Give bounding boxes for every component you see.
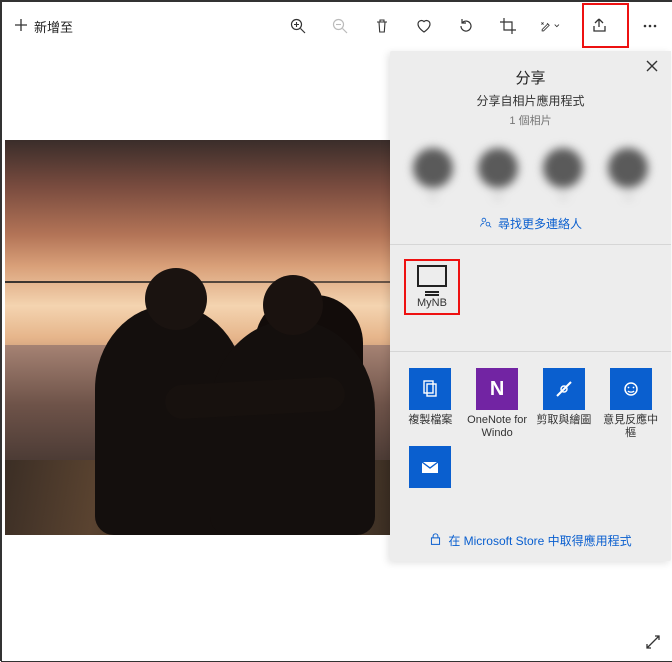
feedback-icon: [610, 368, 652, 410]
store-icon: [429, 533, 442, 549]
share-title: 分享: [400, 67, 661, 88]
plus-icon: [14, 18, 28, 35]
device-label: MyNB: [408, 297, 456, 309]
get-apps-store[interactable]: 在 Microsoft Store 中取得應用程式: [390, 518, 671, 557]
share-icon[interactable]: [582, 16, 618, 36]
zoom-in-icon[interactable]: [288, 16, 308, 36]
delete-icon[interactable]: [372, 16, 392, 36]
apps-grid: 複製檔案 N OneNote for Windo 剪取與繪圖 意見反應中樞: [390, 360, 671, 440]
share-close-button[interactable]: [633, 51, 671, 81]
copy-icon: [409, 368, 451, 410]
share-panel: 分享 分享自相片應用程式 1 個相片 — — — — 尋找更多連絡人 MyNB: [390, 51, 671, 561]
rotate-icon[interactable]: [456, 16, 476, 36]
find-more-label: 尋找更多連絡人: [498, 215, 582, 232]
add-to-label: 新增至: [34, 17, 73, 36]
app-copy-file[interactable]: 複製檔案: [400, 368, 461, 440]
mail-icon: [409, 446, 451, 488]
divider: [390, 351, 671, 352]
apps-row-2: [390, 440, 671, 518]
contact-item[interactable]: —: [469, 148, 527, 203]
add-to-button[interactable]: 新增至: [14, 17, 73, 36]
device-section: MyNB: [390, 253, 671, 321]
divider: [390, 244, 671, 245]
contacts-row: — — — —: [390, 134, 671, 207]
app-feedback-hub[interactable]: 意見反應中樞: [600, 368, 661, 440]
app-snip-sketch[interactable]: 剪取與繪圖: [534, 368, 595, 440]
contact-item[interactable]: —: [534, 148, 592, 203]
share-subtitle: 分享自相片應用程式: [400, 92, 661, 109]
share-header: 分享 分享自相片應用程式 1 個相片: [390, 51, 671, 134]
snip-icon: [543, 368, 585, 410]
onenote-icon: N: [476, 368, 518, 410]
contact-item[interactable]: —: [599, 148, 657, 203]
resize-handle-icon[interactable]: [644, 633, 662, 651]
person-search-icon: [479, 216, 492, 232]
device-mynb[interactable]: MyNB: [404, 259, 460, 315]
toolbar-right: [288, 16, 660, 36]
crop-icon[interactable]: [498, 16, 518, 36]
app-mail[interactable]: [400, 446, 460, 518]
toolbar: 新增至: [2, 2, 672, 50]
photo-viewport[interactable]: [5, 140, 391, 535]
edit-dropdown-icon[interactable]: [540, 16, 560, 36]
zoom-out-icon: [330, 16, 350, 36]
favorite-icon[interactable]: [414, 16, 434, 36]
contact-item[interactable]: —: [404, 148, 462, 203]
more-icon[interactable]: [640, 16, 660, 36]
app-onenote[interactable]: N OneNote for Windo: [467, 368, 528, 440]
store-link-label: 在 Microsoft Store 中取得應用程式: [448, 532, 631, 549]
find-more-contacts[interactable]: 尋找更多連絡人: [390, 207, 671, 244]
monitor-icon: [417, 265, 447, 287]
share-count: 1 個相片: [400, 112, 661, 128]
